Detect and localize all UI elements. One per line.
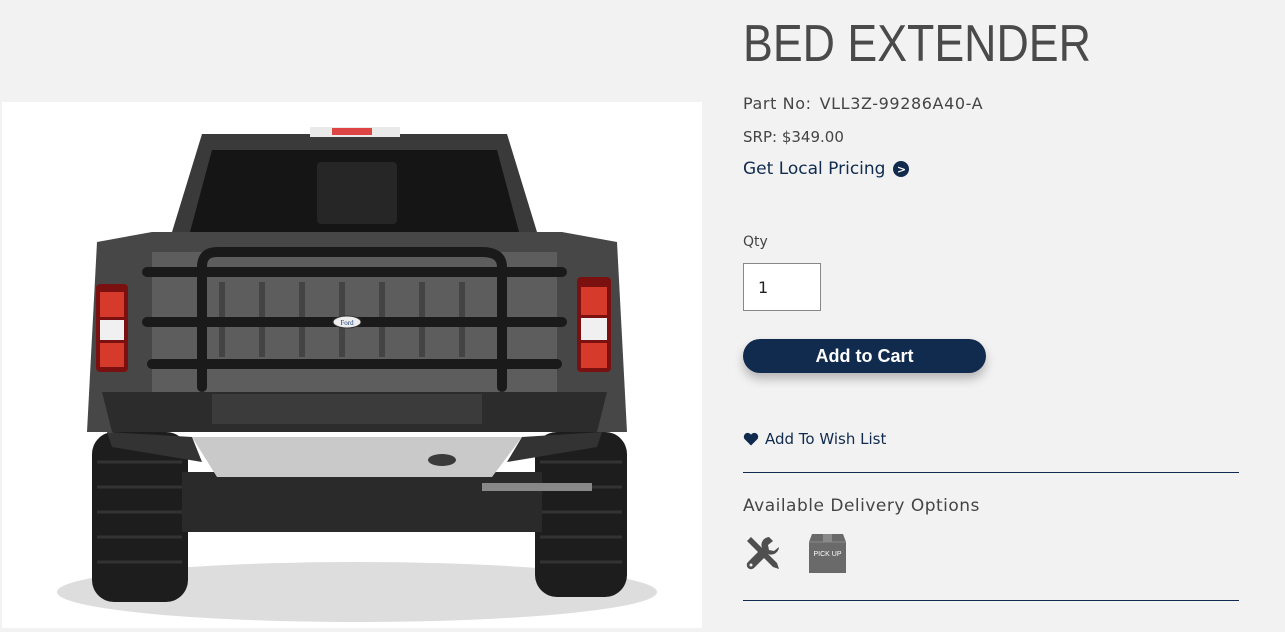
ford-logo-text: Ford [340, 319, 354, 327]
get-local-pricing-link[interactable]: Get Local Pricing > [743, 159, 910, 179]
part-number-value: VLL3Z-99286A40-A [819, 94, 984, 113]
srp-label: SRP: [743, 128, 778, 146]
get-local-pricing-label: Get Local Pricing [743, 159, 886, 179]
qty-label: Qty [743, 234, 768, 250]
srp-value: $349.00 [781, 128, 844, 146]
add-to-wish-list-label: Add To Wish List [765, 430, 887, 448]
product-image: Ford [2, 102, 702, 628]
delivery-options-heading: Available Delivery Options [743, 496, 980, 516]
srp-row: SRP: $349.00 [743, 128, 844, 146]
pickup-box-icon[interactable]: PICK UP [809, 533, 846, 573]
heart-icon [743, 432, 759, 446]
product-title: BED EXTENDER [743, 15, 1091, 73]
chevron-right-circle-icon: > [893, 161, 910, 177]
pickup-label: PICK UP [813, 550, 842, 558]
divider [743, 472, 1239, 473]
tools-install-icon[interactable] [743, 533, 783, 573]
add-to-cart-button[interactable]: Add to Cart [743, 339, 986, 373]
divider [743, 600, 1239, 601]
part-number-row: Part No: VLL3Z-99286A40-A [743, 94, 983, 113]
part-number-label: Part No: [743, 94, 812, 113]
add-to-wish-list-link[interactable]: Add To Wish List [743, 430, 886, 448]
delivery-options: PICK UP [743, 533, 846, 573]
quantity-input[interactable] [743, 263, 821, 311]
